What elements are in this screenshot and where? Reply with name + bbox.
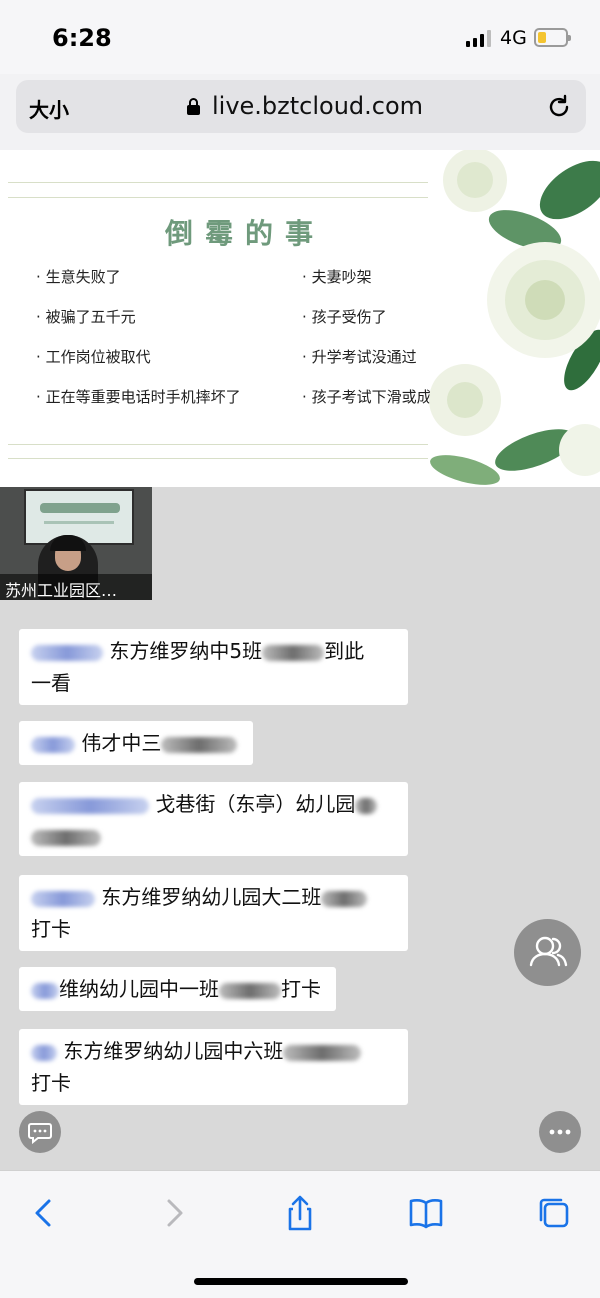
- slide-item: · 孩子受伤了: [302, 308, 387, 326]
- status-time: 6:28: [52, 24, 112, 52]
- video-label: 苏州工业园区…: [0, 574, 152, 600]
- presenter-video[interactable]: 苏州工业园区…: [0, 487, 152, 600]
- cellular-signal-icon: [466, 30, 492, 47]
- chat-message: 东方维罗纳幼儿园大二班 打卡: [19, 875, 408, 951]
- comment-button[interactable]: [19, 1111, 61, 1153]
- address-bar[interactable]: 大小 live.bztcloud.com: [16, 80, 586, 133]
- slide-item: · 升学考试没通过: [302, 348, 417, 366]
- chat-message: 伟才中三: [19, 721, 253, 765]
- slide-divider: [8, 444, 428, 445]
- slide-item: · 生意失败了: [36, 268, 121, 286]
- forward-icon[interactable]: [154, 1193, 194, 1233]
- slide-divider: [8, 458, 428, 459]
- people-icon: [529, 936, 568, 967]
- slide-divider: [8, 182, 428, 183]
- status-bar: 6:28 4G: [0, 0, 600, 74]
- battery-icon: [534, 28, 571, 47]
- comment-icon: [28, 1123, 52, 1145]
- lock-icon: [187, 98, 200, 115]
- more-button[interactable]: [539, 1111, 581, 1153]
- video-area: 苏州工业园区…: [0, 487, 600, 600]
- slide-divider: [8, 197, 428, 198]
- chat-message: 戈巷街（东亭）幼儿园: [19, 782, 408, 856]
- home-indicator[interactable]: [194, 1278, 408, 1285]
- chat-area: 东方维罗纳中5班 到此 一看 伟才中三 戈巷街（东亭）幼儿园 东方维罗纳幼儿园大二…: [0, 600, 600, 1170]
- slide-item: · 夫妻吵架: [302, 268, 372, 286]
- presentation-slide: 倒霉的事 · 生意失败了 · 被骗了五千元 · 工作岗位被取代 · 正在等重要电…: [0, 150, 600, 487]
- chat-message: 东方维罗纳中5班 到此 一看: [19, 629, 408, 705]
- chat-message: 东方维罗纳幼儿园中六班 打卡: [19, 1029, 408, 1105]
- flower-decoration: [429, 150, 600, 485]
- participants-button[interactable]: [514, 919, 581, 986]
- back-icon[interactable]: [24, 1193, 64, 1233]
- slide-item: · 工作岗位被取代: [36, 348, 151, 366]
- share-icon[interactable]: [280, 1193, 320, 1233]
- more-icon: [549, 1129, 571, 1135]
- slide-item: · 被骗了五千元: [36, 308, 136, 326]
- reload-icon[interactable]: [546, 94, 572, 120]
- bookmarks-icon[interactable]: [406, 1193, 446, 1233]
- chat-message: 维纳幼儿园中一班 打卡: [19, 967, 336, 1011]
- text-size-button[interactable]: 大小: [29, 94, 69, 123]
- network-type: 4G: [500, 27, 527, 49]
- url-text[interactable]: live.bztcloud.com: [212, 92, 423, 120]
- slide-item: · 正在等重要电话时手机摔坏了: [36, 388, 241, 406]
- tabs-icon[interactable]: [534, 1193, 574, 1233]
